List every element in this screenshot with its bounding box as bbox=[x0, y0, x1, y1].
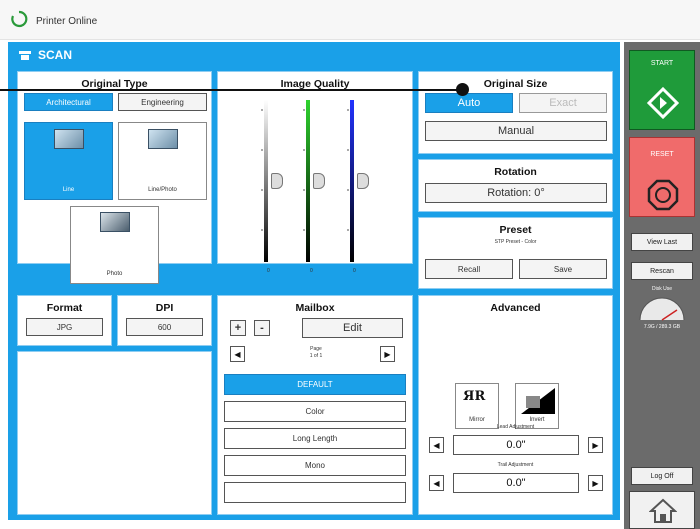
home-icon bbox=[649, 498, 677, 523]
start-icon bbox=[647, 87, 679, 119]
printer-status-label: Printer Online bbox=[36, 16, 98, 27]
rotation-title: Rotation bbox=[494, 166, 537, 178]
scan-title: SCAN bbox=[38, 48, 73, 62]
start-label: START bbox=[650, 60, 674, 67]
rescan-button[interactable]: Rescan bbox=[631, 262, 693, 280]
option-photo[interactable]: Photo bbox=[70, 206, 159, 284]
mailbox-item-long-length[interactable]: Long Length bbox=[224, 428, 406, 449]
mailbox-next-button[interactable]: ▶ bbox=[380, 346, 395, 362]
rotation-panel: Rotation Rotation: 0° bbox=[418, 159, 613, 212]
chevron-left-icon: ◀ bbox=[433, 440, 440, 450]
tab-architectural[interactable]: Architectural bbox=[24, 93, 113, 111]
size-auto-button[interactable]: Auto bbox=[425, 93, 513, 113]
preset-title: Preset bbox=[499, 224, 532, 236]
log-off-button[interactable]: Log Off bbox=[631, 467, 693, 485]
mailbox-page-label: Page bbox=[310, 346, 322, 352]
trail-adjustment-value[interactable]: 0.0" bbox=[453, 473, 579, 493]
chevron-right-icon: ▶ bbox=[592, 478, 599, 488]
chevron-left-icon: ◀ bbox=[234, 349, 241, 359]
lead-adjustment-label: Lead Adjustment bbox=[496, 424, 535, 430]
disk-usage-gauge: Disk Use 7.9G / 289.3 GB bbox=[631, 285, 693, 337]
green-tick-label: 0 bbox=[310, 268, 313, 274]
preset-panel: Preset STP Preset - Color Recall Save bbox=[418, 217, 613, 289]
original-type-panel: Original Type Architectural Engineering … bbox=[17, 71, 212, 284]
mailbox-item-default[interactable]: DEFAULT bbox=[224, 374, 406, 395]
option-line[interactable]: Line bbox=[24, 122, 113, 200]
tab-engineering[interactable]: Engineering bbox=[118, 93, 207, 111]
preset-recall-button[interactable]: Recall bbox=[425, 259, 513, 279]
line-photo-preview-icon bbox=[148, 129, 178, 149]
mailbox-page-count: 1 of 1 bbox=[309, 353, 323, 359]
dpi-select[interactable]: 600 bbox=[126, 318, 203, 336]
photo-preview-icon bbox=[100, 212, 130, 232]
lead-increase-button[interactable]: ▶ bbox=[588, 437, 603, 453]
scanner-icon bbox=[19, 51, 31, 60]
mirror-icon: ЯR bbox=[463, 389, 486, 404]
lead-decrease-button[interactable]: ◀ bbox=[429, 437, 444, 453]
mailbox-item-mono[interactable]: Mono bbox=[224, 455, 406, 476]
invert-icon bbox=[521, 388, 555, 414]
dpi-panel: DPI 600 bbox=[117, 295, 212, 346]
lead-adjustment-value[interactable]: 0.0" bbox=[453, 435, 579, 455]
mailbox-prev-button[interactable]: ◀ bbox=[230, 346, 245, 362]
preset-subtitle: STP Preset - Color bbox=[494, 239, 537, 245]
invert-label: Invert bbox=[529, 417, 545, 423]
mailbox-add-button[interactable]: + bbox=[230, 320, 246, 336]
empty-panel bbox=[17, 351, 212, 515]
home-button[interactable] bbox=[629, 491, 695, 529]
option-photo-label: Photo bbox=[106, 271, 123, 277]
invert-button[interactable]: Invert bbox=[515, 383, 559, 429]
advanced-title: Advanced bbox=[490, 302, 541, 314]
mailbox-edit-button[interactable]: Edit bbox=[302, 318, 403, 338]
status-bar: Printer Online bbox=[0, 0, 700, 40]
line-preview-icon bbox=[54, 129, 84, 149]
original-size-panel: Original Size Auto Exact Manual bbox=[418, 71, 613, 154]
start-button[interactable]: START bbox=[629, 50, 695, 130]
option-line-label: Line bbox=[62, 187, 75, 193]
advanced-panel: Advanced ЯR Mirror Invert Lead Adjustmen… bbox=[418, 295, 613, 515]
green-slider-knob[interactable] bbox=[313, 173, 325, 189]
disk-usage-value: 7.9G / 289.3 GB bbox=[643, 324, 681, 330]
chevron-left-icon: ◀ bbox=[433, 478, 440, 488]
disk-usage-label: Disk Use bbox=[651, 286, 672, 292]
option-line-photo[interactable]: Line/Photo bbox=[118, 122, 207, 200]
reset-label: RESET bbox=[650, 151, 674, 158]
format-panel: Format JPG bbox=[17, 295, 112, 346]
stop-icon bbox=[647, 179, 679, 211]
blue-tick-label: 0 bbox=[353, 268, 356, 274]
trail-increase-button[interactable]: ▶ bbox=[588, 475, 603, 491]
chevron-right-icon: ▶ bbox=[592, 440, 599, 450]
status-ring-icon bbox=[11, 10, 28, 28]
trail-decrease-button[interactable]: ◀ bbox=[429, 475, 444, 491]
format-select[interactable]: JPG bbox=[26, 318, 103, 336]
mailbox-remove-button[interactable]: - bbox=[254, 320, 270, 336]
mailbox-item-empty[interactable] bbox=[224, 482, 406, 503]
mailbox-item-color[interactable]: Color bbox=[224, 401, 406, 422]
callout-line bbox=[0, 89, 462, 91]
brightness-tick-label: 0 bbox=[267, 268, 270, 274]
chevron-right-icon: ▶ bbox=[384, 349, 391, 359]
format-title: Format bbox=[46, 302, 83, 314]
size-exact-button[interactable]: Exact bbox=[519, 93, 607, 113]
preset-save-button[interactable]: Save bbox=[519, 259, 607, 279]
mirror-button[interactable]: ЯR Mirror bbox=[455, 383, 499, 429]
callout-dot bbox=[456, 83, 469, 96]
option-line-photo-label: Line/Photo bbox=[148, 187, 177, 193]
mirror-label: Mirror bbox=[469, 417, 485, 423]
trail-adjustment-label: Trail Adjustment bbox=[497, 462, 534, 468]
brightness-slider-knob[interactable] bbox=[271, 173, 283, 189]
rotation-button[interactable]: Rotation: 0° bbox=[425, 183, 607, 203]
view-last-button[interactable]: View Last bbox=[631, 233, 693, 251]
mailbox-title: Mailbox bbox=[295, 302, 335, 314]
dpi-title: DPI bbox=[155, 302, 174, 314]
mailbox-panel: Mailbox + - Edit ◀ Page 1 of 1 ▶ DEFAULT… bbox=[217, 295, 413, 515]
blue-slider-knob[interactable] bbox=[357, 173, 369, 189]
reset-button[interactable]: RESET bbox=[629, 137, 695, 217]
size-manual-button[interactable]: Manual bbox=[425, 121, 607, 141]
gauge-icon bbox=[639, 297, 685, 321]
